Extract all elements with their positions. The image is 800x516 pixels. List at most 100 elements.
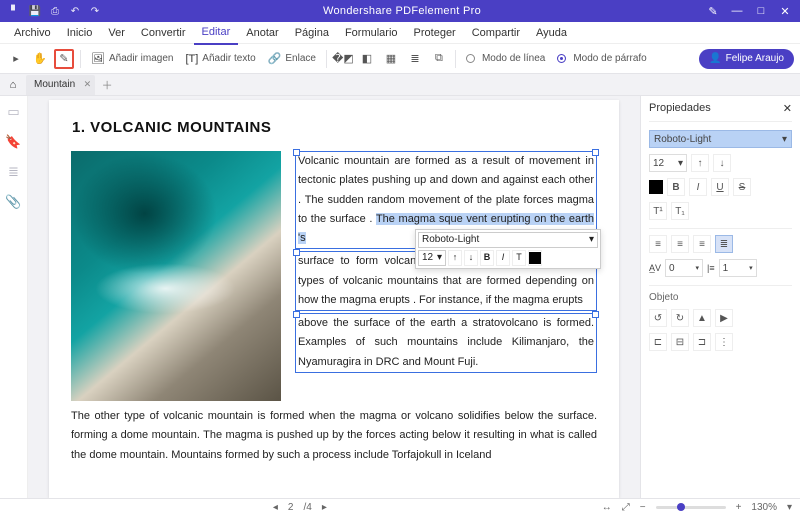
menu-archivo[interactable]: Archivo — [6, 22, 59, 44]
header-footer-tool-icon[interactable]: ≣ — [405, 49, 425, 69]
subscript-button[interactable]: T₁ — [671, 202, 689, 220]
line-spacing-input[interactable]: 1▾ — [719, 259, 757, 277]
user-name: Felipe Araujo — [726, 53, 784, 64]
color-swatch[interactable] — [528, 250, 542, 266]
grow-font-icon[interactable]: ↑ — [691, 154, 709, 172]
add-text-button[interactable]: [T] Añadir texto — [181, 53, 259, 65]
flip-horizontal-icon[interactable]: ▶ — [715, 309, 733, 327]
align-justify-button[interactable]: ≣ — [715, 235, 733, 253]
undo-icon[interactable]: ↶ — [68, 4, 82, 18]
bold-button[interactable]: B — [667, 178, 685, 196]
chevron-down-icon: ▾ — [437, 249, 442, 267]
bates-tool-icon[interactable]: ⧉ — [429, 49, 449, 69]
next-page-button[interactable]: ▸ — [322, 502, 327, 513]
bold-icon[interactable]: B — [480, 250, 494, 266]
attachments-icon[interactable]: 📎 — [5, 194, 21, 210]
new-tab-button[interactable]: ＋ — [99, 77, 115, 93]
editing-text-block-3[interactable]: above the surface of the earth a stratov… — [295, 313, 597, 373]
link-button[interactable]: 🔗 Enlace — [264, 52, 320, 65]
char-spacing-input[interactable]: 0▾ — [665, 259, 703, 277]
italic-icon[interactable]: I — [496, 250, 510, 266]
flip-vertical-icon[interactable]: ▲ — [693, 309, 711, 327]
text-style-icon[interactable]: T — [512, 250, 526, 266]
align-center-button[interactable]: ≡ — [671, 235, 689, 253]
select-tool-icon[interactable]: ▸ — [6, 49, 26, 69]
close-button[interactable]: ✕ — [774, 2, 796, 20]
add-image-button[interactable]: 🖼 Añadir imagen — [87, 52, 177, 65]
align-left-button[interactable]: ≡ — [649, 235, 667, 253]
mode-paragraph[interactable]: Modo de párrafo — [553, 53, 650, 64]
font-popup[interactable]: Roboto-Light▾ 12▾ ↑ ↓ B I T — [415, 229, 601, 269]
italic-button[interactable]: I — [689, 178, 707, 196]
home-tab-icon[interactable]: ⌂ — [4, 79, 22, 91]
maximize-button[interactable]: □ — [750, 2, 772, 20]
zoom-out-button[interactable]: − — [640, 502, 646, 513]
text-color-swatch[interactable] — [649, 180, 663, 194]
radio-on-icon — [557, 54, 566, 63]
close-tab-icon[interactable]: ✕ — [84, 79, 92, 90]
close-panel-icon[interactable]: ✕ — [783, 102, 792, 115]
align-right-button[interactable]: ≡ — [693, 235, 711, 253]
mode-line[interactable]: Modo de línea — [462, 53, 549, 64]
obj-align-left-icon[interactable]: ⊏ — [649, 333, 667, 351]
strike-button[interactable]: S — [733, 178, 751, 196]
obj-align-right-icon[interactable]: ⊐ — [693, 333, 711, 351]
rotate-right-icon[interactable]: ↻ — [671, 309, 689, 327]
menu-proteger[interactable]: Proteger — [406, 22, 464, 44]
menu-formulario[interactable]: Formulario — [337, 22, 406, 44]
titlebar-quick-actions: ▘ 💾 ⎙ ↶ ↷ — [4, 4, 102, 18]
bookmarks-icon[interactable]: 🔖 — [5, 134, 21, 150]
watermark-tool-icon[interactable]: ◧ — [357, 49, 377, 69]
superscript-button[interactable]: T¹ — [649, 202, 667, 220]
zoom-in-button[interactable]: + — [736, 502, 742, 513]
menu-ver[interactable]: Ver — [100, 22, 133, 44]
menu-convertir[interactable]: Convertir — [133, 22, 194, 44]
background-tool-icon[interactable]: ▦ — [381, 49, 401, 69]
obj-align-center-icon[interactable]: ⊟ — [671, 333, 689, 351]
prev-page-button[interactable]: ◂ — [273, 502, 278, 513]
heading[interactable]: 1. VOLCANIC MOUNTAINS — [71, 118, 597, 137]
save-icon[interactable]: 💾 — [28, 4, 42, 18]
tab-mountain[interactable]: Mountain ✕ — [26, 75, 95, 95]
page-current[interactable]: 2 — [288, 502, 294, 513]
document-viewport[interactable]: 1. VOLCANIC MOUNTAINS Volcanic mountain … — [28, 96, 640, 498]
font-size-field[interactable]: 12▾ — [418, 250, 446, 266]
volcano-photo[interactable] — [71, 151, 281, 401]
menu-pagina[interactable]: Página — [287, 22, 337, 44]
menu-anotar[interactable]: Anotar — [238, 22, 286, 44]
font-family-dropdown[interactable]: Roboto-Light▾ — [418, 232, 598, 248]
menu-editar[interactable]: Editar — [194, 21, 239, 45]
decrease-size-icon[interactable]: ↓ — [464, 250, 478, 266]
increase-size-icon[interactable]: ↑ — [448, 250, 462, 266]
minimize-button[interactable]: — — [726, 2, 748, 20]
fit-page-icon[interactable]: ⤢ — [622, 502, 630, 513]
zoom-value[interactable]: 130% — [751, 502, 777, 513]
distribute-icon[interactable]: ⋮ — [715, 333, 733, 351]
image-icon: 🖼 — [91, 52, 105, 65]
font-family-select[interactable]: Roboto-Light▾ — [649, 130, 792, 148]
paragraph-2[interactable]: The other type of volcanic mountain is f… — [71, 407, 597, 465]
zoom-slider[interactable] — [656, 506, 726, 509]
fit-width-icon[interactable]: ↔ — [602, 502, 612, 513]
menu-ayuda[interactable]: Ayuda — [528, 22, 575, 44]
thumbnails-icon[interactable]: ▭ — [7, 104, 19, 120]
print-icon[interactable]: ⎙ — [48, 4, 62, 18]
underline-button[interactable]: U — [711, 178, 729, 196]
font-size-input[interactable]: 12▾ — [649, 154, 687, 172]
rotate-left-icon[interactable]: ↺ — [649, 309, 667, 327]
crop-tool-icon[interactable]: �◩ — [333, 49, 353, 69]
link-label: Enlace — [285, 53, 316, 64]
zoom-dropdown-icon[interactable]: ▾ — [787, 502, 792, 513]
hand-tool-icon[interactable]: ✋ — [30, 49, 50, 69]
edit-tool-icon[interactable]: ✎ — [54, 49, 74, 69]
text-icon: [T] — [185, 53, 198, 65]
redo-icon[interactable]: ↷ — [88, 4, 102, 18]
comments-icon[interactable]: ≣ — [8, 164, 19, 180]
edit-toolbar: ▸ ✋ ✎ 🖼 Añadir imagen [T] Añadir texto 🔗… — [0, 44, 800, 74]
menu-inicio[interactable]: Inicio — [59, 22, 101, 44]
menu-compartir[interactable]: Compartir — [464, 22, 528, 44]
sign-icon[interactable]: ✎ — [702, 2, 724, 20]
user-pill[interactable]: 👤 Felipe Araujo — [699, 49, 794, 69]
document-tabbar: ⌂ Mountain ✕ ＋ — [0, 74, 800, 96]
shrink-font-icon[interactable]: ↓ — [713, 154, 731, 172]
